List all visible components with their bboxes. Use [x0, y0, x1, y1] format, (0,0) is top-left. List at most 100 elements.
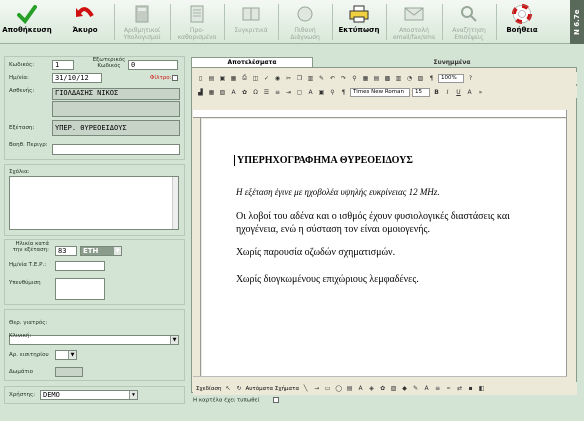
calculations-button[interactable]: Αριθμητικοί Υπολογισμοί: [116, 0, 168, 44]
compare-button[interactable]: Συγκριτικά: [226, 0, 276, 44]
ticket-select[interactable]: ▼: [55, 350, 77, 360]
picture-icon[interactable]: ▨: [389, 384, 398, 393]
excel-icon[interactable]: ▩: [383, 74, 392, 83]
doc-paragraph-2: Χωρίς παρουσία οζωδών σχηματισμών.: [236, 247, 396, 258]
diagram-icon[interactable]: ◈: [367, 384, 376, 393]
print-button[interactable]: Εκτύπωση: [334, 0, 384, 44]
textbox-icon[interactable]: ▤: [345, 384, 354, 393]
text-icon[interactable]: A: [306, 88, 315, 97]
clipart-icon[interactable]: ✿: [240, 88, 249, 97]
tables-icon[interactable]: ▦: [361, 74, 370, 83]
underline-icon[interactable]: U: [454, 88, 463, 97]
new-doc-icon[interactable]: ▯: [196, 74, 205, 83]
line-style-icon[interactable]: ≡: [433, 384, 442, 393]
font-size-select[interactable]: 15: [412, 87, 430, 97]
date-field[interactable]: 31/10/12: [52, 73, 102, 83]
external-code-field[interactable]: 0: [128, 60, 178, 70]
arrow-style-icon[interactable]: ⇄: [455, 384, 464, 393]
wordart-icon[interactable]: A: [356, 384, 365, 393]
filter-checkbox[interactable]: [172, 75, 178, 81]
permission-icon[interactable]: ▦: [229, 74, 238, 83]
open-icon[interactable]: ▤: [207, 74, 216, 83]
paste-icon[interactable]: ▥: [306, 74, 315, 83]
save-button[interactable]: Αποθήκευση: [2, 0, 52, 44]
printed-checkbox[interactable]: [273, 397, 280, 403]
comments-textarea[interactable]: [9, 176, 179, 230]
frame-icon[interactable]: ▣: [317, 88, 326, 97]
docmap-icon[interactable]: ▧: [416, 74, 425, 83]
insert-table-icon[interactable]: ▤: [372, 74, 381, 83]
code-field[interactable]: 1: [52, 60, 74, 70]
age-unit-select[interactable]: ΕΤΗ ▼: [80, 246, 122, 256]
research-icon[interactable]: ◉: [273, 74, 282, 83]
wordart-icon[interactable]: A: [229, 88, 238, 97]
cancel-button[interactable]: Άκυρο: [62, 0, 108, 44]
font-select[interactable]: Times New Roman: [350, 87, 410, 97]
diagnosis-button[interactable]: Πιθανή Διάγνωση: [280, 0, 330, 44]
tep-field[interactable]: [55, 261, 105, 271]
chevron-down-icon: ▼: [129, 391, 137, 399]
spelling-icon[interactable]: ✓: [262, 74, 271, 83]
send-button[interactable]: Αποστολή email/fax/sms: [388, 0, 440, 44]
user-select[interactable]: DEMO ▼: [40, 390, 138, 400]
predefined-button[interactable]: Προ-καθορισμένα: [172, 0, 222, 44]
tab-results[interactable]: Αποτελέσματα: [191, 57, 313, 67]
save-icon[interactable]: ▣: [218, 74, 227, 83]
more-options-icon[interactable]: »: [476, 88, 485, 97]
reminder-field[interactable]: [55, 278, 105, 300]
room-field[interactable]: [55, 367, 83, 377]
font-color-icon[interactable]: A: [465, 88, 474, 97]
patient-field[interactable]: ΓΙΟΛΔΑΣΗΣ ΝΙΚΟΣ: [52, 88, 180, 100]
tab-attachments[interactable]: Συνημμένα: [391, 57, 513, 67]
symbol-icon[interactable]: Ω: [251, 88, 260, 97]
line-color-icon[interactable]: ✎: [411, 384, 420, 393]
link-icon[interactable]: ⚲: [328, 88, 337, 97]
italic-icon[interactable]: I: [443, 88, 452, 97]
preview-icon[interactable]: ◫: [251, 74, 260, 83]
zoom-select[interactable]: 100%: [438, 73, 464, 83]
bold-icon[interactable]: B: [432, 88, 441, 97]
assistant-field[interactable]: [52, 144, 180, 155]
hyperlink-icon[interactable]: ⚲: [350, 74, 359, 83]
line-icon[interactable]: ╲: [301, 384, 310, 393]
columns-icon[interactable]: ▥: [394, 74, 403, 83]
print-icon[interactable]: ⎙: [240, 74, 249, 83]
indent-icon[interactable]: ⇥: [284, 88, 293, 97]
rotate-icon[interactable]: ↻: [234, 384, 243, 393]
undo-icon[interactable]: ↶: [328, 74, 337, 83]
format-painter-icon[interactable]: ✎: [317, 74, 326, 83]
age-field[interactable]: 83: [55, 246, 77, 256]
list-icon[interactable]: ☰: [262, 88, 271, 97]
shadow-icon[interactable]: ▪: [466, 384, 475, 393]
search-visits-button[interactable]: Αναζήτηση Επισέψεις: [444, 0, 494, 44]
arrow-icon[interactable]: →: [312, 384, 321, 393]
image-icon[interactable]: ▨: [218, 88, 227, 97]
help-button[interactable]: Βοήθεια: [498, 0, 546, 44]
copy-icon[interactable]: ❐: [295, 74, 304, 83]
3d-icon[interactable]: ◧: [477, 384, 486, 393]
select-arrow-icon[interactable]: ↖: [223, 384, 232, 393]
oval-icon[interactable]: ◯: [334, 384, 343, 393]
style-icon[interactable]: ¶: [339, 88, 348, 97]
doctor-select[interactable]: ▼: [9, 335, 179, 345]
autoshapes-menu[interactable]: Αυτόματα Σχήματα: [245, 386, 299, 392]
toolbar-separator: [496, 4, 497, 40]
font-color-icon[interactable]: A: [422, 384, 431, 393]
chart-icon[interactable]: ▟: [196, 88, 205, 97]
cut-icon[interactable]: ✂: [284, 74, 293, 83]
pilcrow-icon[interactable]: ¶: [427, 74, 436, 83]
drawing-menu[interactable]: Σχεδίαση: [196, 386, 221, 392]
vertical-scrollbar[interactable]: [566, 110, 576, 376]
exam-field[interactable]: ΥΠΕΡ. ΘΥΡΕΟΕΙΔΟΥΣ: [52, 120, 180, 136]
drawing-icon[interactable]: ◔: [405, 74, 414, 83]
table-icon[interactable]: ▦: [207, 88, 216, 97]
border-icon[interactable]: ▢: [295, 88, 304, 97]
redo-icon[interactable]: ↷: [339, 74, 348, 83]
fill-color-icon[interactable]: ◆: [400, 384, 409, 393]
reminder-label: Υπενθύμιση: [9, 280, 41, 286]
dash-style-icon[interactable]: ┅: [444, 384, 453, 393]
help-icon[interactable]: ?: [466, 74, 475, 83]
align-icon[interactable]: ≡: [273, 88, 282, 97]
rectangle-icon[interactable]: ▭: [323, 384, 332, 393]
clipart-icon[interactable]: ✿: [378, 384, 387, 393]
